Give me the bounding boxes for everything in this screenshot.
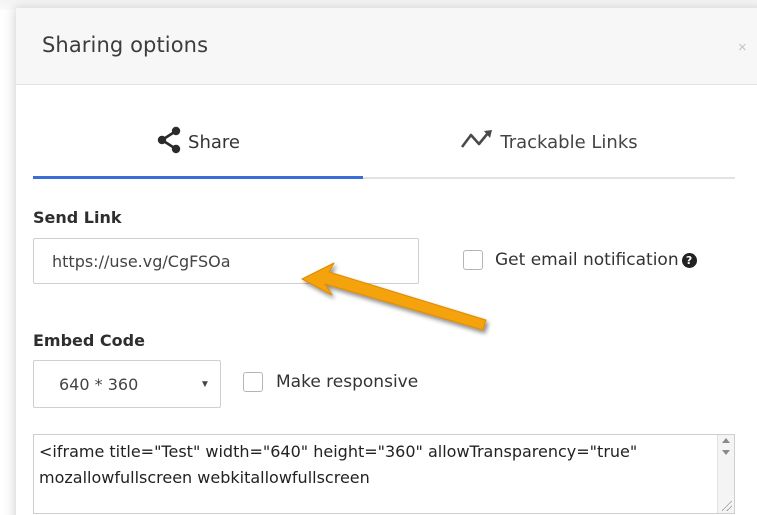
scroll-down-icon[interactable] xyxy=(722,450,730,455)
make-responsive-checkbox[interactable] xyxy=(243,372,263,392)
tab-share-label: Share xyxy=(188,131,240,153)
share-link-input[interactable] xyxy=(33,238,419,284)
caret-down-icon: ▼ xyxy=(200,379,210,390)
page: Sharing options × Share Trackable Links … xyxy=(0,0,757,515)
active-tab-indicator xyxy=(33,176,363,179)
embed-size-select[interactable]: 640 * 360 ▼ xyxy=(33,360,221,408)
embed-code-textarea[interactable]: <iframe title="Test" width="640" height=… xyxy=(33,434,735,514)
modal-title: Sharing options xyxy=(42,33,209,57)
tab-trackable-links[interactable]: Trackable Links xyxy=(363,108,735,176)
embed-code-label: Embed Code xyxy=(33,331,145,350)
scroll-up-icon[interactable] xyxy=(722,438,730,443)
tab-share[interactable]: Share xyxy=(33,108,363,176)
resize-grip-icon[interactable] xyxy=(722,501,732,511)
close-button[interactable]: × xyxy=(738,39,747,56)
tab-bar: Share Trackable Links xyxy=(33,108,735,180)
share-icon xyxy=(156,126,182,159)
make-responsive-label: Make responsive xyxy=(276,372,419,392)
tab-trackable-links-label: Trackable Links xyxy=(500,131,638,153)
embed-code-text: <iframe title="Test" width="640" height=… xyxy=(39,442,643,487)
email-notification-label: Get email notification xyxy=(495,250,679,270)
email-notification-text: Get email notification? xyxy=(495,250,697,270)
embed-size-value: 640 * 360 xyxy=(59,375,139,394)
send-link-label: Send Link xyxy=(33,208,122,227)
help-icon[interactable]: ? xyxy=(681,253,697,268)
modal-header: Sharing options × xyxy=(16,8,757,85)
email-notification-checkbox[interactable] xyxy=(463,250,483,270)
trend-line-icon xyxy=(460,129,494,156)
